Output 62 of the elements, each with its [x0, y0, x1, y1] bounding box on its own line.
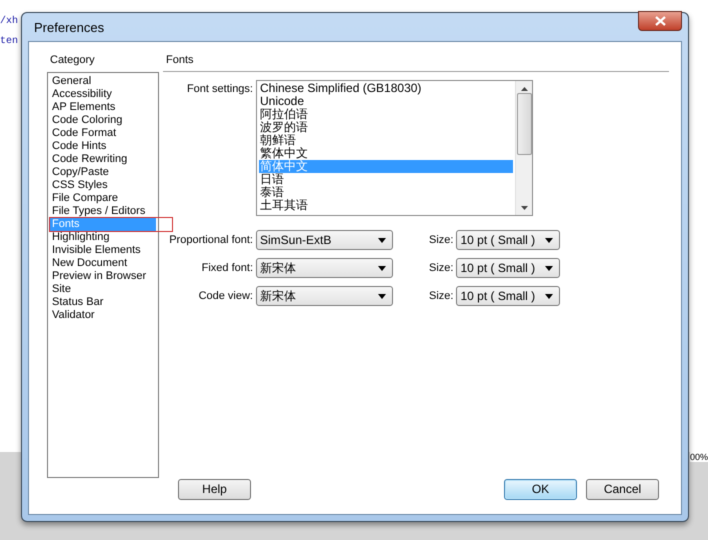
size-label: Size: [429, 234, 454, 246]
category-item[interactable]: Code Coloring [50, 114, 156, 127]
help-button[interactable]: Help [178, 478, 251, 500]
font-dropdown[interactable]: 新宋体 [256, 258, 393, 278]
font-label: Proportional font: [168, 234, 253, 246]
encoding-item[interactable]: 泰语 [259, 186, 513, 199]
font-settings-label: Font settings: [186, 82, 253, 95]
category-item[interactable]: CSS Styles [50, 179, 156, 192]
caret-icon [378, 238, 386, 242]
encoding-item[interactable]: 日语 [259, 173, 513, 186]
caret-icon [378, 294, 386, 298]
category-item[interactable]: AP Elements [50, 101, 156, 114]
close-icon [654, 16, 666, 26]
category-item[interactable]: File Compare [50, 192, 156, 205]
scrollbar[interactable] [515, 81, 532, 215]
category-item[interactable]: New Document [50, 257, 156, 270]
font-dropdown[interactable]: SimSun-ExtB [256, 230, 393, 250]
caret-icon [378, 266, 386, 270]
scroll-down-icon[interactable] [520, 206, 528, 210]
encoding-item[interactable]: 繁体中文 [259, 147, 513, 160]
scroll-thumb[interactable] [516, 93, 532, 155]
category-item[interactable]: Validator [50, 309, 156, 322]
category-item[interactable]: File Types / Editors [50, 205, 156, 218]
category-item[interactable]: Code Rewriting [50, 153, 156, 166]
cancel-button[interactable]: Cancel [586, 478, 659, 500]
encoding-item[interactable]: Chinese Simplified (GB18030) [259, 82, 513, 95]
category-item[interactable]: Preview in Browser [50, 270, 156, 283]
font-settings-list[interactable]: Chinese Simplified (GB18030) Unicode 阿拉伯语 波罗的语 朝鲜语 繁体中文 简体中文 日语 泰语 土耳其语 [256, 80, 533, 216]
encoding-item[interactable]: 朝鲜语 [259, 134, 513, 147]
code-line: /xh [0, 14, 19, 29]
category-item[interactable]: Status Bar [50, 296, 156, 309]
category-item[interactable]: Highlighting [50, 231, 156, 244]
font-dropdown[interactable]: 新宋体 [256, 286, 393, 306]
encoding-item[interactable]: 阿拉伯语 [259, 108, 513, 121]
size-label: Size: [429, 290, 454, 302]
category-item[interactable]: Accessibility [50, 88, 156, 101]
size-dropdown[interactable]: 10 pt ( Small ) [456, 230, 560, 250]
size-label: Size: [429, 262, 454, 274]
category-item[interactable]: Copy/Paste [50, 166, 156, 179]
scroll-up-icon[interactable] [520, 87, 528, 91]
caret-icon [545, 294, 554, 298]
category-item[interactable]: Site [50, 283, 156, 296]
category-item[interactable]: General [50, 75, 156, 88]
caret-icon [545, 238, 554, 242]
font-label: Fixed font: [200, 262, 253, 274]
encoding-item[interactable]: 土耳其语 [259, 199, 513, 212]
font-label: Code view: [198, 290, 253, 302]
zoom-text: 00% [690, 452, 708, 462]
category-item[interactable]: Code Format [50, 127, 156, 140]
code-line: ten [0, 35, 19, 49]
ok-button[interactable]: OK [504, 478, 577, 500]
caret-icon [545, 266, 554, 270]
panel-title: Fonts [163, 54, 669, 72]
size-dropdown[interactable]: 10 pt ( Small ) [456, 286, 560, 306]
close-button[interactable] [638, 11, 682, 31]
size-dropdown[interactable]: 10 pt ( Small ) [456, 258, 560, 278]
category-item[interactable]: Invisible Elements [50, 244, 156, 257]
category-label: Category [49, 54, 96, 68]
window-title: Preferences [33, 20, 104, 34]
encoding-item[interactable]: 波罗的语 [259, 121, 513, 134]
category-item[interactable]: Code Hints [50, 140, 156, 153]
encoding-item[interactable]: Unicode [259, 95, 513, 108]
